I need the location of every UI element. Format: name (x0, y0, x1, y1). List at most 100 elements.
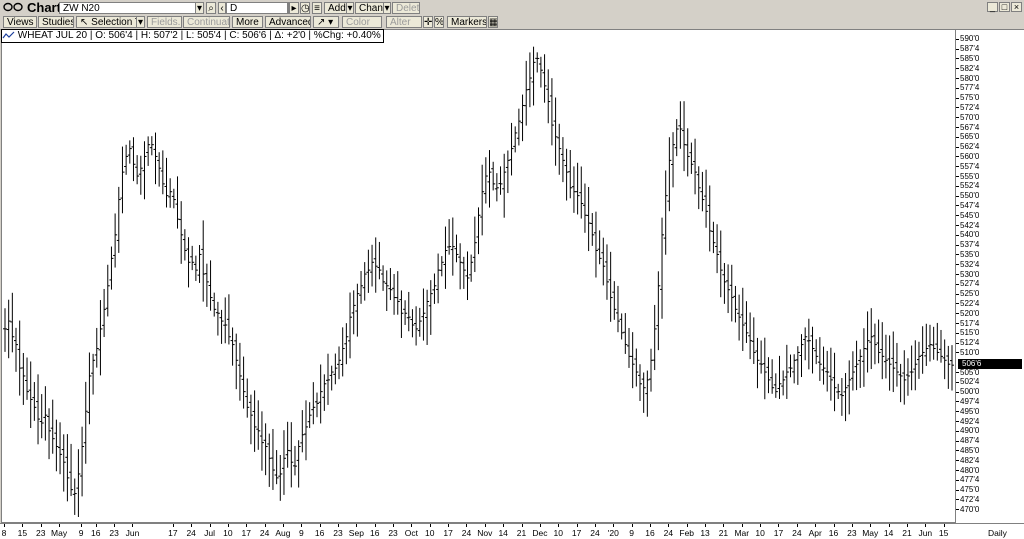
ohlc-bar (538, 56, 543, 88)
percent-button[interactable]: % (434, 16, 444, 28)
date-tick-label: 10 (425, 528, 435, 538)
ohlc-bar (942, 339, 947, 380)
price-tick-label: 482'4 (960, 455, 980, 465)
ohlc-bar (682, 101, 687, 172)
play-icon[interactable]: ▸ (289, 2, 299, 14)
ohlc-bar (469, 254, 474, 282)
minimize-icon[interactable]: _ (987, 2, 998, 12)
ohlc-plot[interactable] (2, 30, 955, 522)
draw-tool-button[interactable]: ↗ ▾ (313, 16, 339, 28)
ohlc-bar (560, 137, 565, 183)
markers-button[interactable]: Markers (447, 16, 487, 28)
date-tick (741, 524, 743, 527)
ohlc-bar (160, 150, 165, 195)
price-tick-label: 535'0 (960, 249, 980, 259)
search-icon[interactable]: ⌕ (206, 2, 216, 14)
ohlc-bar (718, 230, 723, 298)
date-tick (723, 524, 725, 527)
price-tick (956, 421, 959, 423)
price-tick (956, 205, 959, 207)
ohlc-bar (318, 364, 323, 424)
ohlc-bar (920, 326, 925, 374)
selection-tool-button[interactable]: ↖ Selection Tool (76, 16, 144, 28)
ohlc-bar (494, 173, 499, 202)
ohlc-bar (425, 289, 430, 345)
ohlc-bar (182, 229, 187, 261)
date-tick (356, 524, 358, 527)
price-tick-label: 520'0 (960, 308, 980, 318)
legend-pct-change: %Chg: +0.40% (313, 30, 381, 41)
ohlc-bar (638, 364, 643, 402)
advanced-button[interactable]: Advanced (265, 16, 311, 28)
ohlc-bar (366, 249, 371, 293)
clock-icon[interactable]: ◷ (300, 2, 310, 14)
ohlc-bar (480, 164, 485, 236)
chart-style-icon[interactable]: ≡ (312, 2, 322, 14)
continuation-button[interactable]: Continuation (183, 16, 230, 28)
ohlc-bar (406, 291, 411, 332)
date-tick (448, 524, 450, 527)
price-tick (956, 313, 959, 315)
more-button[interactable]: More (232, 16, 263, 28)
price-tick-label: 487'4 (960, 436, 980, 446)
ohlc-bar (634, 348, 639, 387)
ohlc-bar (737, 294, 742, 341)
ohlc-bar (513, 126, 518, 153)
price-tick-label: 510'0 (960, 347, 980, 357)
maximize-icon[interactable]: □ (999, 2, 1010, 12)
price-tick-label: 490'0 (960, 426, 980, 436)
price-tick (956, 342, 959, 344)
add-dropdown-button[interactable]: ▾ (346, 2, 354, 14)
price-axis[interactable]: 590'0 587'4 585'0 582'4 580'0 577'4 575'0 572'4… (956, 29, 1024, 523)
add-button[interactable]: Add (324, 2, 348, 14)
chart-app-icon (3, 2, 23, 12)
price-tick (956, 264, 959, 266)
price-tick-label: 540'0 (960, 230, 980, 240)
ohlc-bar (777, 355, 782, 399)
selection-tool-dropdown-button[interactable]: ▾ (136, 16, 145, 28)
ohlc-bar (311, 382, 316, 425)
date-axis[interactable]: Daily 8 15 23 May 9 16 23 Jun 17 24 Jul 10 17 24 Aug 9 1… (0, 523, 1024, 539)
ohlc-bar (32, 382, 37, 421)
price-tick-label: 565'0 (960, 132, 980, 142)
ohlc-bar (289, 422, 294, 488)
price-tick (956, 303, 959, 305)
ohlc-bar (138, 155, 143, 195)
ohlc-bar (359, 270, 364, 304)
ohlc-bar (395, 271, 400, 315)
chart-legend[interactable]: WHEAT JUL 20 | O: 506'4 | H: 507'2 | L: … (1, 29, 384, 43)
ohlc-bar (483, 157, 488, 204)
studies-button[interactable]: Studies... (38, 16, 74, 28)
ohlc-bar (72, 478, 77, 515)
ohlc-bar (381, 265, 386, 291)
ohlc-bar (179, 201, 184, 264)
change-dropdown-button[interactable]: ▾ (383, 2, 391, 14)
crosshair-icon[interactable]: ✛ (423, 16, 433, 28)
ohlc-bar (740, 287, 745, 352)
color-button[interactable]: Color (342, 16, 382, 28)
date-tick (705, 524, 707, 527)
symbol-input[interactable]: ZW N20 (59, 2, 204, 14)
interval-input[interactable]: D (226, 2, 288, 14)
price-chart[interactable] (1, 29, 956, 523)
ohlc-bar (278, 455, 283, 501)
delete-button[interactable]: Delete (392, 2, 420, 14)
ohlc-bar (98, 300, 103, 376)
close-icon[interactable]: × (1011, 2, 1022, 12)
fields-button[interactable]: Fields... (147, 16, 182, 28)
grid-icon[interactable]: ▦ (488, 16, 498, 28)
ohlc-bar (87, 352, 92, 425)
alter-button[interactable]: Alter (386, 16, 422, 28)
ohlc-bar (252, 390, 257, 452)
ohlc-bar (461, 256, 466, 289)
date-tick-label: 10 (223, 528, 233, 538)
ohlc-bar (355, 283, 360, 337)
price-tick-label: 572'4 (960, 102, 980, 112)
date-tick-label: 16 (645, 528, 655, 538)
legend-open: O: 506'4 (95, 30, 133, 41)
interval-prev-icon[interactable]: ‹ (218, 2, 226, 14)
symbol-dropdown-button[interactable]: ▾ (195, 2, 204, 14)
price-tick (956, 499, 959, 501)
title-bar: Chart ZW N20 ▾ ⌕ ‹ D ▾ ▸ ◷ ≡ Add ▾ Chang… (0, 0, 1024, 16)
views-button[interactable]: Views (3, 16, 37, 28)
